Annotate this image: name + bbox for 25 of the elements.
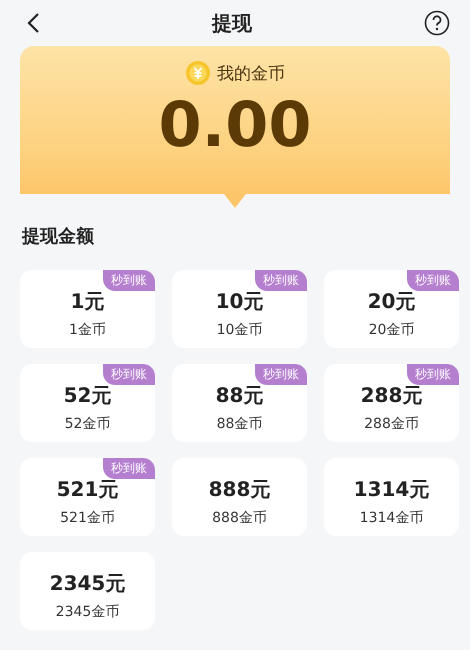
coin-icon [185,60,211,86]
amount-option[interactable]: 秒到账 52元 52金币 [20,364,155,442]
amount-option[interactable]: 秒到账 10元 10金币 [172,270,307,348]
amount-option[interactable]: 888元 888金币 [172,458,307,536]
instant-tag: 秒到账 [407,364,459,385]
amount-option[interactable]: 秒到账 1元 1金币 [20,270,155,348]
amount-option[interactable]: 2345元 2345金币 [20,552,155,630]
instant-tag: 秒到账 [407,270,459,291]
amount-option[interactable]: 秒到账 88元 88金币 [172,364,307,442]
page-title: 提现 [212,10,252,36]
section-title: 提现金额 [22,225,95,248]
instant-tag: 秒到账 [103,458,155,479]
instant-tag: 秒到账 [255,364,307,385]
balance-amount: 0.00 [158,94,312,156]
amount-option[interactable]: 秒到账 288元 288金币 [324,364,459,442]
help-icon[interactable] [424,10,450,36]
instant-tag: 秒到账 [103,270,155,291]
instant-tag: 秒到账 [103,364,155,385]
instant-tag: 秒到账 [255,270,307,291]
back-icon[interactable] [26,12,40,34]
amount-option[interactable]: 1314元 1314金币 [324,458,459,536]
amount-option[interactable]: 秒到账 521元 521金币 [20,458,155,536]
amount-option[interactable]: 秒到账 20元 20金币 [324,270,459,348]
balance-label: 我的金币 [217,62,285,84]
card-pointer [224,194,246,208]
